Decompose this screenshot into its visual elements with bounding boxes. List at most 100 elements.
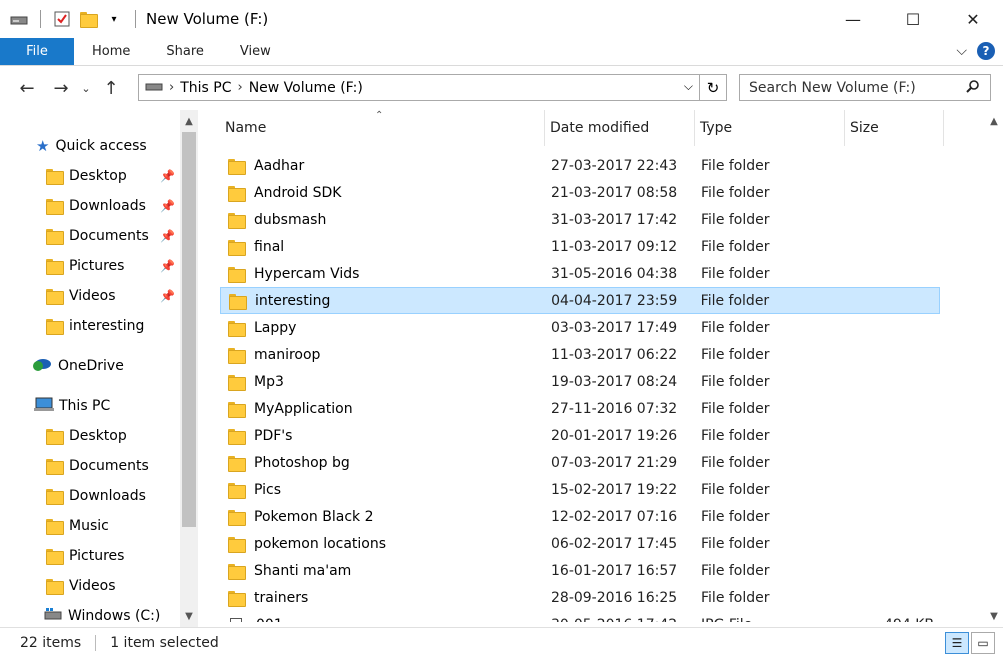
column-label: Size (850, 120, 879, 136)
file-row[interactable]: Pokemon Black 2 12-02-2017 07:16 File fold… (220, 503, 940, 530)
file-row[interactable]: Hypercam Vids 31-05-2016 04:38 File folder (220, 260, 940, 287)
customize-toolbar-icon[interactable]: ▾ (105, 10, 123, 28)
file-row[interactable]: Lappy 03-03-2017 17:49 File folder (220, 314, 940, 341)
nav-scrollbar[interactable]: ▲ ▼ (180, 110, 198, 627)
file-row[interactable]: Shanti ma'am 16-01-2017 16:57 File folder (220, 557, 940, 584)
large-icons-view-button[interactable]: ▭ (971, 632, 995, 654)
file-name: interesting (255, 292, 331, 309)
nav-onedrive[interactable]: OneDrive (32, 352, 124, 380)
file-type: File folder (701, 427, 770, 444)
address-dropdown-icon[interactable]: ⌵ (684, 79, 693, 94)
file-name-cell: trainers (220, 590, 546, 607)
scroll-down-icon[interactable]: ▼ (180, 607, 198, 625)
nav-qa-videos[interactable]: Videos (46, 282, 116, 310)
file-row[interactable]: Photoshop bg 07-03-2017 21:29 File folder (220, 449, 940, 476)
file-row[interactable]: 001 30-05-2016 17:42JPG File494 KB (220, 611, 940, 622)
file-name-cell: PDF's (220, 428, 546, 445)
maximize-button[interactable]: ☐ (883, 0, 943, 38)
details-view-button[interactable]: ☰ (945, 632, 969, 654)
nav-qa-documents[interactable]: Documents (46, 222, 149, 250)
recent-locations-button[interactable]: ⌄ (78, 73, 94, 103)
file-row[interactable]: PDF's 20-01-2017 19:26 File folder (220, 422, 940, 449)
column-header-date[interactable]: Date modified (545, 110, 695, 146)
nav-pc-pictures[interactable]: Pictures (46, 542, 124, 570)
file-row[interactable]: Mp3 19-03-2017 08:24 File folder (220, 368, 940, 395)
column-header-size[interactable]: Size (845, 110, 944, 146)
search-input[interactable]: Search New Volume (F:) (739, 74, 991, 101)
tab-home[interactable]: Home (74, 38, 148, 65)
file-type: File folder (701, 562, 770, 579)
nav-qa-interesting[interactable]: interesting (46, 312, 144, 340)
refresh-button[interactable]: ↻ (700, 74, 727, 101)
back-button[interactable]: ← (10, 73, 44, 103)
file-row[interactable]: MyApplication 27-11-2016 07:32 File folder (220, 395, 940, 422)
address-bar[interactable]: › This PC › New Volume (F:) ⌵ (138, 74, 700, 101)
file-date: 15-02-2017 19:22 (551, 481, 678, 498)
close-button[interactable]: ✕ (943, 0, 1003, 38)
column-label: Type (700, 120, 733, 136)
nav-qa-downloads[interactable]: Downloads (46, 192, 146, 220)
minimize-button[interactable]: — (823, 0, 883, 38)
breadcrumb-this-pc[interactable]: This PC (180, 80, 231, 96)
file-row[interactable]: trainers 28-09-2016 16:25 File folder (220, 584, 940, 611)
tab-share[interactable]: Share (148, 38, 222, 65)
file-date: 07-03-2017 21:29 (551, 454, 678, 471)
column-header-type[interactable]: Type (695, 110, 845, 146)
pin-icon[interactable]: 📌 (160, 229, 175, 243)
navigation-pane: ★ Quick access Desktop Downloads Documen… (0, 110, 200, 627)
drive-icon (145, 80, 163, 96)
folder-icon (229, 293, 247, 310)
nav-pc-windows-c[interactable]: Windows (C:) (44, 602, 160, 627)
file-row[interactable]: Aadhar 27-03-2017 22:43 File folder (220, 152, 940, 179)
pictures-folder-icon (46, 549, 64, 565)
nav-label: interesting (69, 318, 145, 334)
nav-pc-desktop[interactable]: Desktop (46, 422, 127, 450)
scroll-down-icon[interactable]: ▼ (985, 607, 1003, 625)
nav-scrollbar-thumb[interactable] (182, 132, 196, 527)
forward-button[interactable]: → (44, 73, 78, 103)
help-icon[interactable]: ? (977, 42, 995, 60)
tab-file[interactable]: File (0, 38, 74, 65)
file-row[interactable]: Android SDK 21-03-2017 08:58 File folder (220, 179, 940, 206)
expand-ribbon-icon[interactable]: ⌵ (956, 43, 967, 59)
drive-icon[interactable] (10, 10, 28, 28)
scroll-up-icon[interactable]: ▲ (180, 112, 198, 130)
breadcrumb-new-volume[interactable]: New Volume (F:) (249, 80, 363, 96)
file-list-scrollbar[interactable]: ▲ ▼ (985, 110, 1003, 627)
nav-qa-desktop[interactable]: Desktop (46, 162, 127, 190)
pin-icon[interactable]: 📌 (160, 289, 175, 303)
file-row[interactable]: pokemon locations 06-02-2017 17:45 File fo… (220, 530, 940, 557)
column-header-name[interactable]: Name (220, 110, 545, 146)
folder-icon (46, 319, 64, 335)
nav-pc-downloads[interactable]: Downloads (46, 482, 146, 510)
folder-icon (228, 563, 246, 580)
file-row[interactable]: dubsmash 31-03-2017 17:42 File folder (220, 206, 940, 233)
file-row[interactable]: interesting 04-04-2017 23:59 File folder (220, 287, 940, 314)
nav-label: Downloads (69, 488, 146, 504)
up-button[interactable]: ↑ (94, 73, 128, 103)
nav-pc-music[interactable]: Music (46, 512, 109, 540)
file-date: 16-01-2017 16:57 (551, 562, 678, 579)
pin-icon[interactable]: 📌 (160, 199, 175, 213)
nav-qa-pictures[interactable]: Pictures (46, 252, 124, 280)
nav-this-pc[interactable]: This PC (34, 392, 110, 420)
nav-pc-documents[interactable]: Documents (46, 452, 149, 480)
scroll-up-icon[interactable]: ▲ (985, 112, 1003, 130)
file-row[interactable]: final 11-03-2017 09:12 File folder (220, 233, 940, 260)
nav-label: Videos (69, 288, 116, 304)
pin-icon[interactable]: 📌 (160, 169, 175, 183)
file-row[interactable]: Pics 15-02-2017 19:22 File folder (220, 476, 940, 503)
folder-icon (228, 320, 246, 337)
new-folder-icon[interactable] (79, 10, 98, 28)
documents-folder-icon (46, 229, 64, 245)
breadcrumb-separator-icon: › (169, 80, 175, 95)
nav-quick-access[interactable]: ★ Quick access (36, 132, 147, 160)
file-list: Aadhar 27-03-2017 22:43 File folder Android… (220, 152, 940, 622)
properties-icon[interactable] (53, 10, 71, 28)
nav-pc-videos[interactable]: Videos (46, 572, 116, 600)
file-date: 27-03-2017 22:43 (551, 157, 678, 174)
file-date: 03-03-2017 17:49 (551, 319, 678, 336)
file-row[interactable]: maniroop 11-03-2017 06:22 File folder (220, 341, 940, 368)
tab-view[interactable]: View (222, 38, 289, 65)
pin-icon[interactable]: 📌 (160, 259, 175, 273)
